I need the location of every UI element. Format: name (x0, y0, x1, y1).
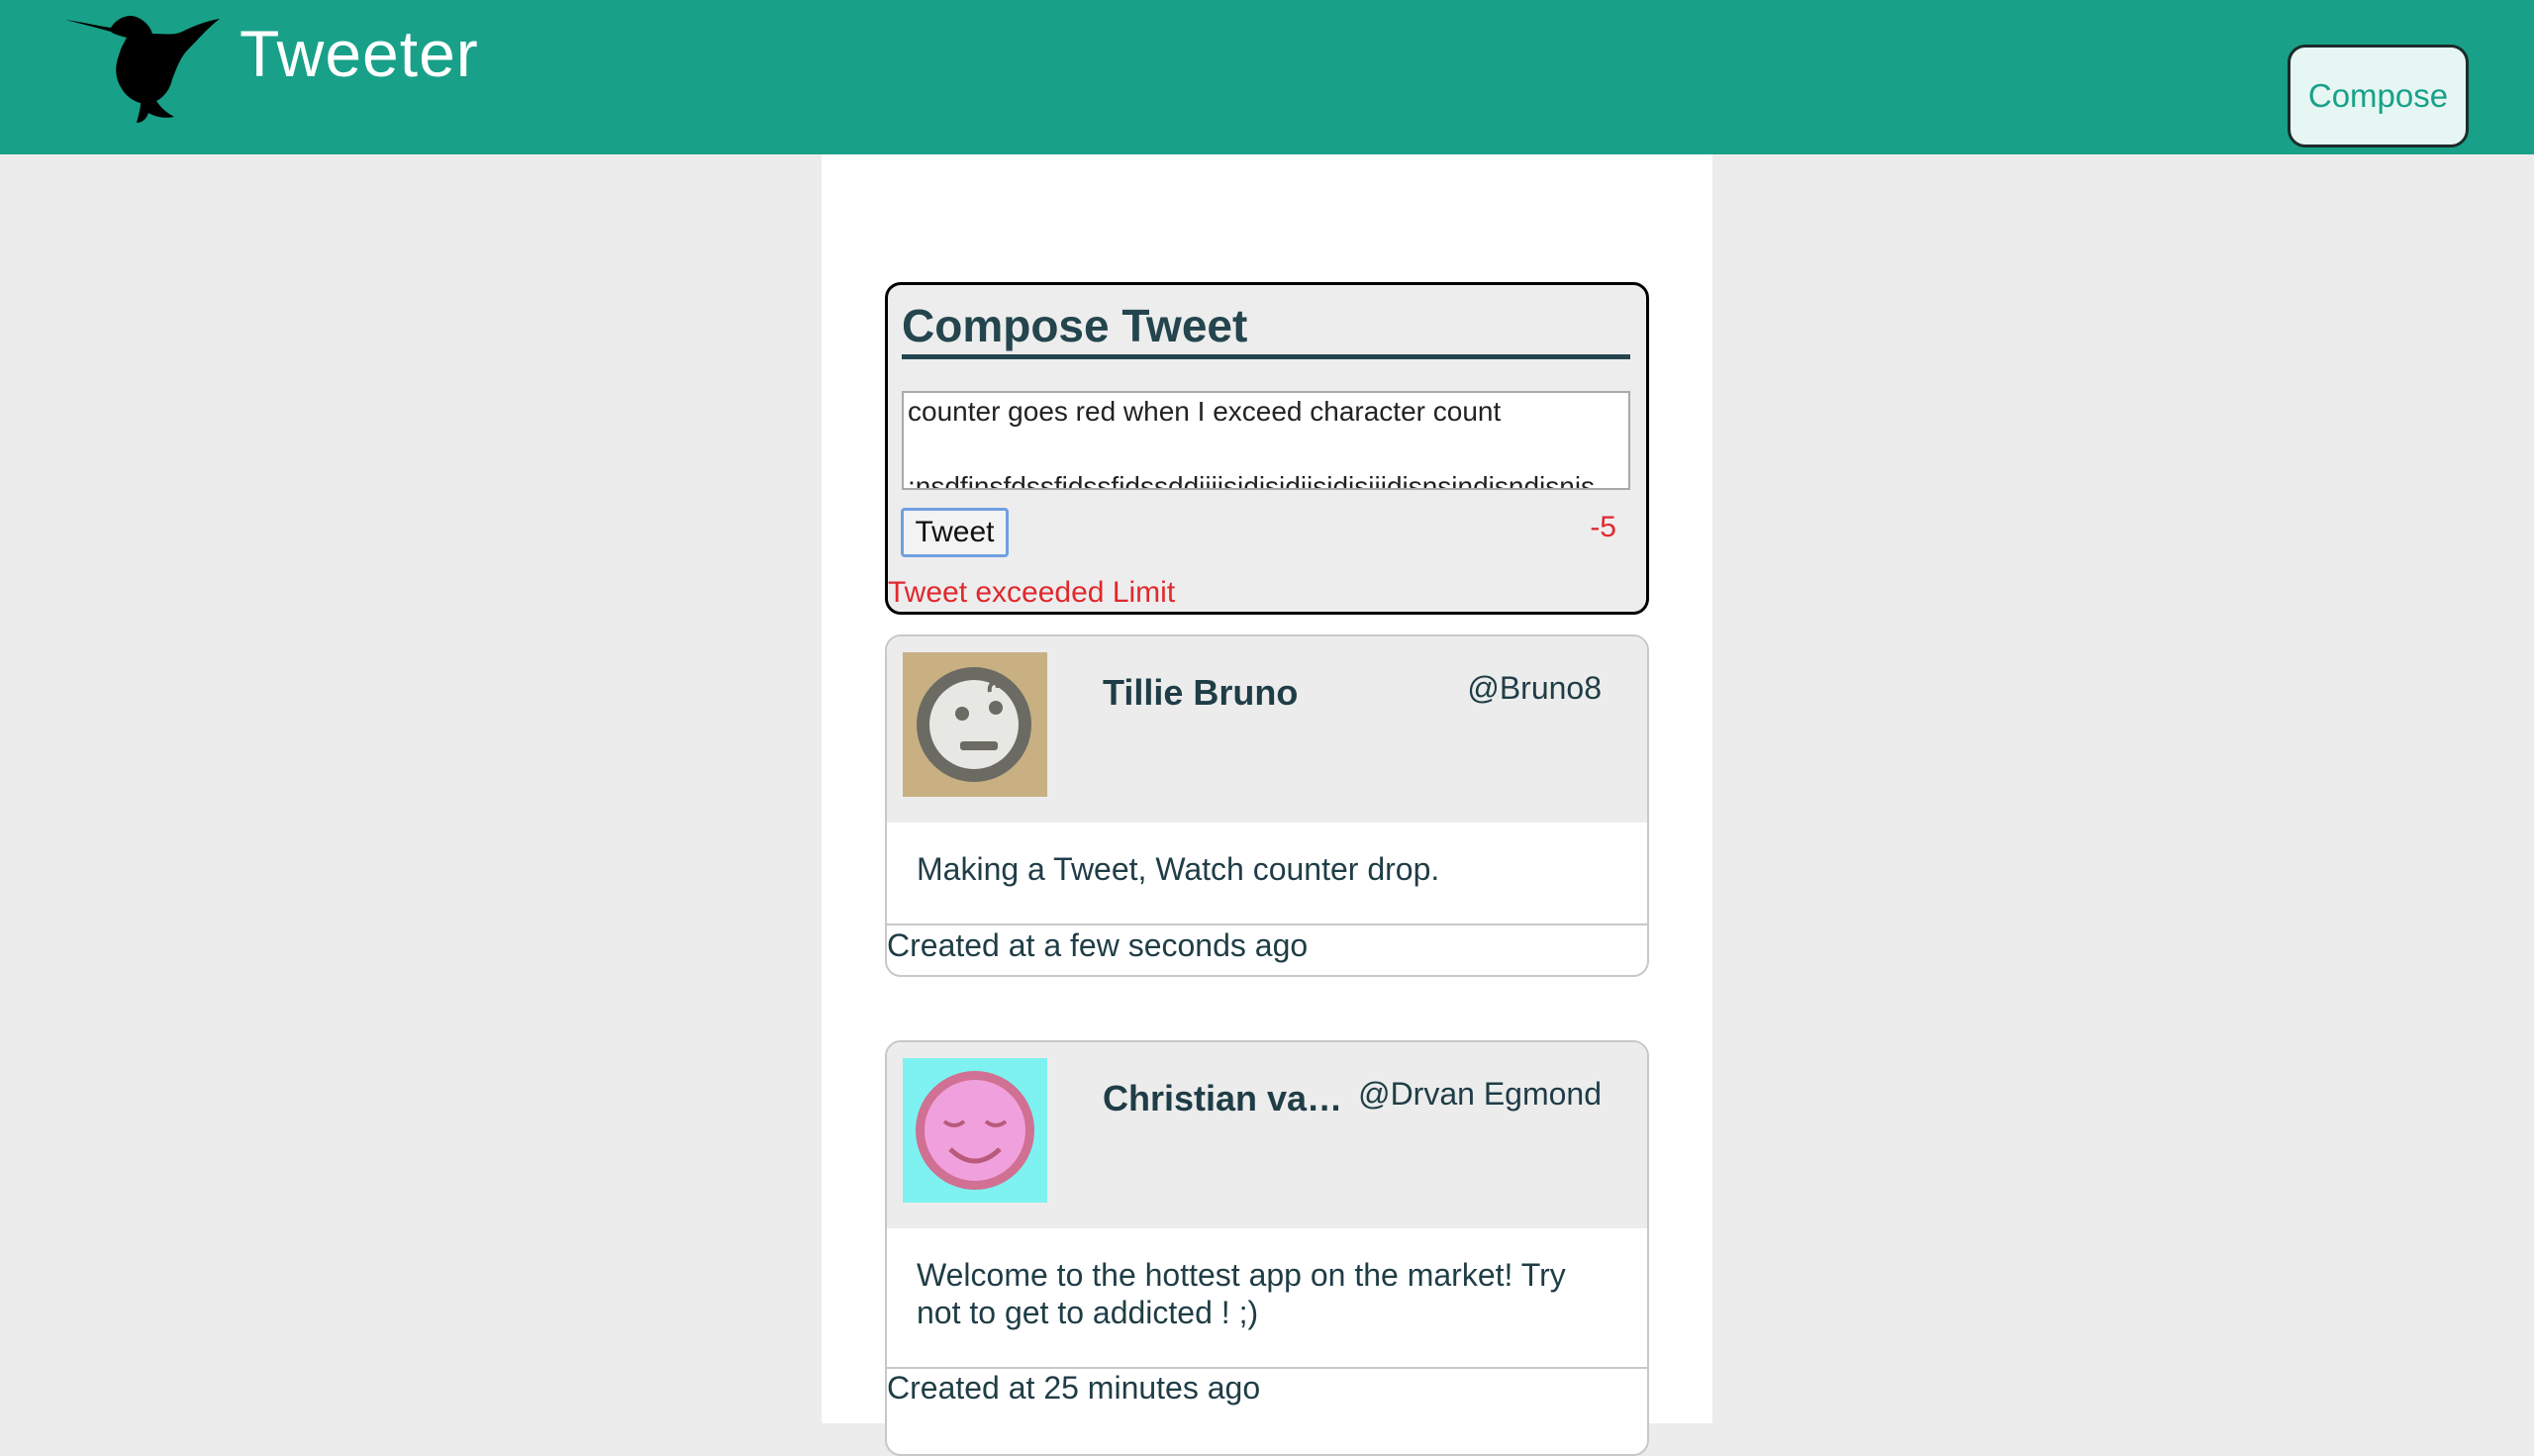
error-message: Tweet exceeded Limit (888, 576, 1176, 609)
character-counter: -5 (1590, 511, 1616, 543)
tweet-submit-button[interactable]: Tweet (901, 508, 1009, 557)
tweet-card: Christian van E... @Drvan Egmond Welcome… (885, 1040, 1649, 1456)
smiling-face-avatar-icon (903, 1058, 1047, 1203)
tweet-content: Making a Tweet, Watch counter drop. (887, 823, 1647, 925)
app-title: Tweeter (240, 17, 479, 90)
tweet-author-name: Christian van E... (1103, 1078, 1358, 1118)
tweet-author-name: Tillie Bruno (1103, 672, 1299, 713)
tweet-header: Christian van E... @Drvan Egmond (887, 1042, 1647, 1228)
robot-face-avatar-icon (903, 652, 1047, 797)
compose-tweet-panel: Compose Tweet counter goes red when I ex… (885, 282, 1649, 615)
tweet-text-input[interactable]: counter goes red when I exceed character… (902, 391, 1630, 490)
main-column: Compose Tweet counter goes red when I ex… (822, 154, 1712, 1456)
hummingbird-logo-icon (65, 16, 220, 123)
tweet-card: Tillie Bruno @Bruno8 Making a Tweet, Wat… (885, 634, 1649, 977)
tweet-timestamp: Created at 25 minutes ago (887, 1370, 1261, 1406)
top-nav-bar: Tweeter Compose (0, 0, 2534, 154)
compose-nav-button[interactable]: Compose (2288, 45, 2469, 147)
tweet-timestamp: Created at a few seconds ago (887, 927, 1309, 963)
compose-heading: Compose Tweet (902, 299, 1630, 359)
tweet-author-handle: @Drvan Egmond (1358, 1076, 1602, 1112)
tweet-header: Tillie Bruno @Bruno8 (887, 636, 1647, 823)
brand: Tweeter (63, 14, 479, 125)
tweet-author-handle: @Bruno8 (1467, 670, 1602, 706)
tweet-content: Welcome to the hottest app on the market… (887, 1228, 1647, 1369)
